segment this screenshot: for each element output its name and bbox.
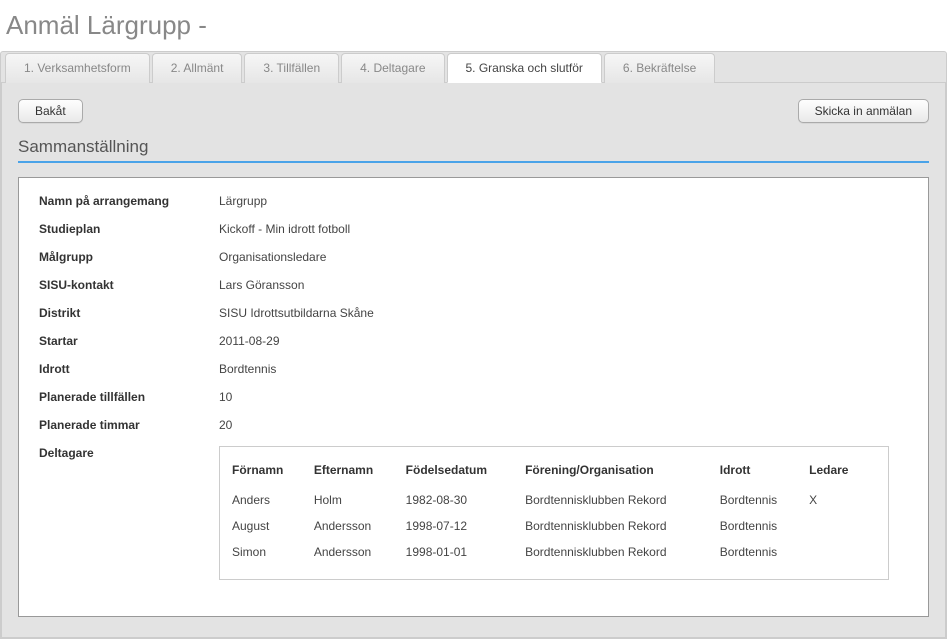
field-row: Namn på arrangemang Lärgrupp (39, 194, 908, 208)
tabs-container: 1. Verksamhetsform 2. Allmänt 3. Tillfäl… (0, 51, 947, 639)
field-value: Kickoff - Min idrott fotboll (219, 222, 350, 236)
field-value: Lärgrupp (219, 194, 267, 208)
tab-bekraftelse[interactable]: 6. Bekräftelse (604, 53, 715, 83)
field-row: Idrott Bordtennis (39, 362, 908, 376)
cell (809, 513, 876, 539)
tab-verksamhetsform[interactable]: 1. Verksamhetsform (5, 53, 150, 83)
section-title: Sammanställning (18, 137, 929, 157)
table-header-row: Förnamn Efternamn Födelsedatum Förening/… (232, 457, 876, 487)
cell: Bordtennis (720, 487, 809, 513)
submit-button[interactable]: Skicka in anmälan (798, 99, 929, 123)
field-value: 20 (219, 418, 232, 432)
cell (809, 539, 876, 565)
cell: Bordtennis (720, 539, 809, 565)
back-button[interactable]: Bakåt (18, 99, 83, 123)
tab-granska[interactable]: 5. Granska och slutför (447, 53, 602, 83)
field-label: Distrikt (39, 306, 219, 320)
field-label: Planerade tillfällen (39, 390, 219, 404)
col-fodelsedatum: Födelsedatum (406, 457, 525, 487)
field-label: Planerade timmar (39, 418, 219, 432)
cell: Andersson (314, 513, 406, 539)
cell: Holm (314, 487, 406, 513)
cell: 1998-07-12 (406, 513, 525, 539)
summary-panel: Namn på arrangemang Lärgrupp Studieplan … (18, 177, 929, 617)
page-title: Anmäl Lärgrupp - (0, 0, 947, 51)
tab-tillfallen[interactable]: 3. Tillfällen (244, 53, 339, 83)
cell: 1998-01-01 (406, 539, 525, 565)
cell: Simon (232, 539, 314, 565)
cell: Anders (232, 487, 314, 513)
tab-deltagare[interactable]: 4. Deltagare (341, 53, 444, 83)
field-label: Studieplan (39, 222, 219, 236)
field-row: SISU-kontakt Lars Göransson (39, 278, 908, 292)
participants-row: Deltagare Förnamn Efternamn Födelsedatum… (39, 446, 908, 580)
field-row: Distrikt SISU Idrottsutbildarna Skåne (39, 306, 908, 320)
field-value: Lars Göransson (219, 278, 304, 292)
participants-table: Förnamn Efternamn Födelsedatum Förening/… (232, 457, 876, 565)
table-row: August Andersson 1998-07-12 Bordtenniskl… (232, 513, 876, 539)
cell: Andersson (314, 539, 406, 565)
cell: Bordtennisklubben Rekord (525, 513, 720, 539)
cell: Bordtennisklubben Rekord (525, 487, 720, 513)
tab-body: Bakåt Skicka in anmälan Sammanställning … (1, 83, 946, 638)
col-idrott: Idrott (720, 457, 809, 487)
cell: August (232, 513, 314, 539)
col-efternamn: Efternamn (314, 457, 406, 487)
tabs: 1. Verksamhetsform 2. Allmänt 3. Tillfäl… (1, 52, 946, 83)
tab-allmant[interactable]: 2. Allmänt (152, 53, 243, 83)
col-ledare: Ledare (809, 457, 876, 487)
field-row: Studieplan Kickoff - Min idrott fotboll (39, 222, 908, 236)
table-row: Anders Holm 1982-08-30 Bordtennisklubben… (232, 487, 876, 513)
cell: X (809, 487, 876, 513)
table-row: Simon Andersson 1998-01-01 Bordtennisklu… (232, 539, 876, 565)
field-value: SISU Idrottsutbildarna Skåne (219, 306, 374, 320)
col-forening: Förening/Organisation (525, 457, 720, 487)
participants-table-wrap: Förnamn Efternamn Födelsedatum Förening/… (219, 446, 889, 580)
field-label: Namn på arrangemang (39, 194, 219, 208)
col-fornamn: Förnamn (232, 457, 314, 487)
field-label: Målgrupp (39, 250, 219, 264)
field-row: Målgrupp Organisationsledare (39, 250, 908, 264)
field-row: Planerade tillfällen 10 (39, 390, 908, 404)
field-value: Bordtennis (219, 362, 276, 376)
button-row: Bakåt Skicka in anmälan (18, 99, 929, 123)
field-row: Startar 2011-08-29 (39, 334, 908, 348)
field-value: 2011-08-29 (219, 334, 280, 348)
field-value: 10 (219, 390, 232, 404)
field-label: Idrott (39, 362, 219, 376)
participants-label: Deltagare (39, 446, 219, 460)
field-label: SISU-kontakt (39, 278, 219, 292)
cell: 1982-08-30 (406, 487, 525, 513)
field-label: Startar (39, 334, 219, 348)
section-divider (18, 161, 929, 163)
cell: Bordtennisklubben Rekord (525, 539, 720, 565)
field-row: Planerade timmar 20 (39, 418, 908, 432)
cell: Bordtennis (720, 513, 809, 539)
field-value: Organisationsledare (219, 250, 326, 264)
